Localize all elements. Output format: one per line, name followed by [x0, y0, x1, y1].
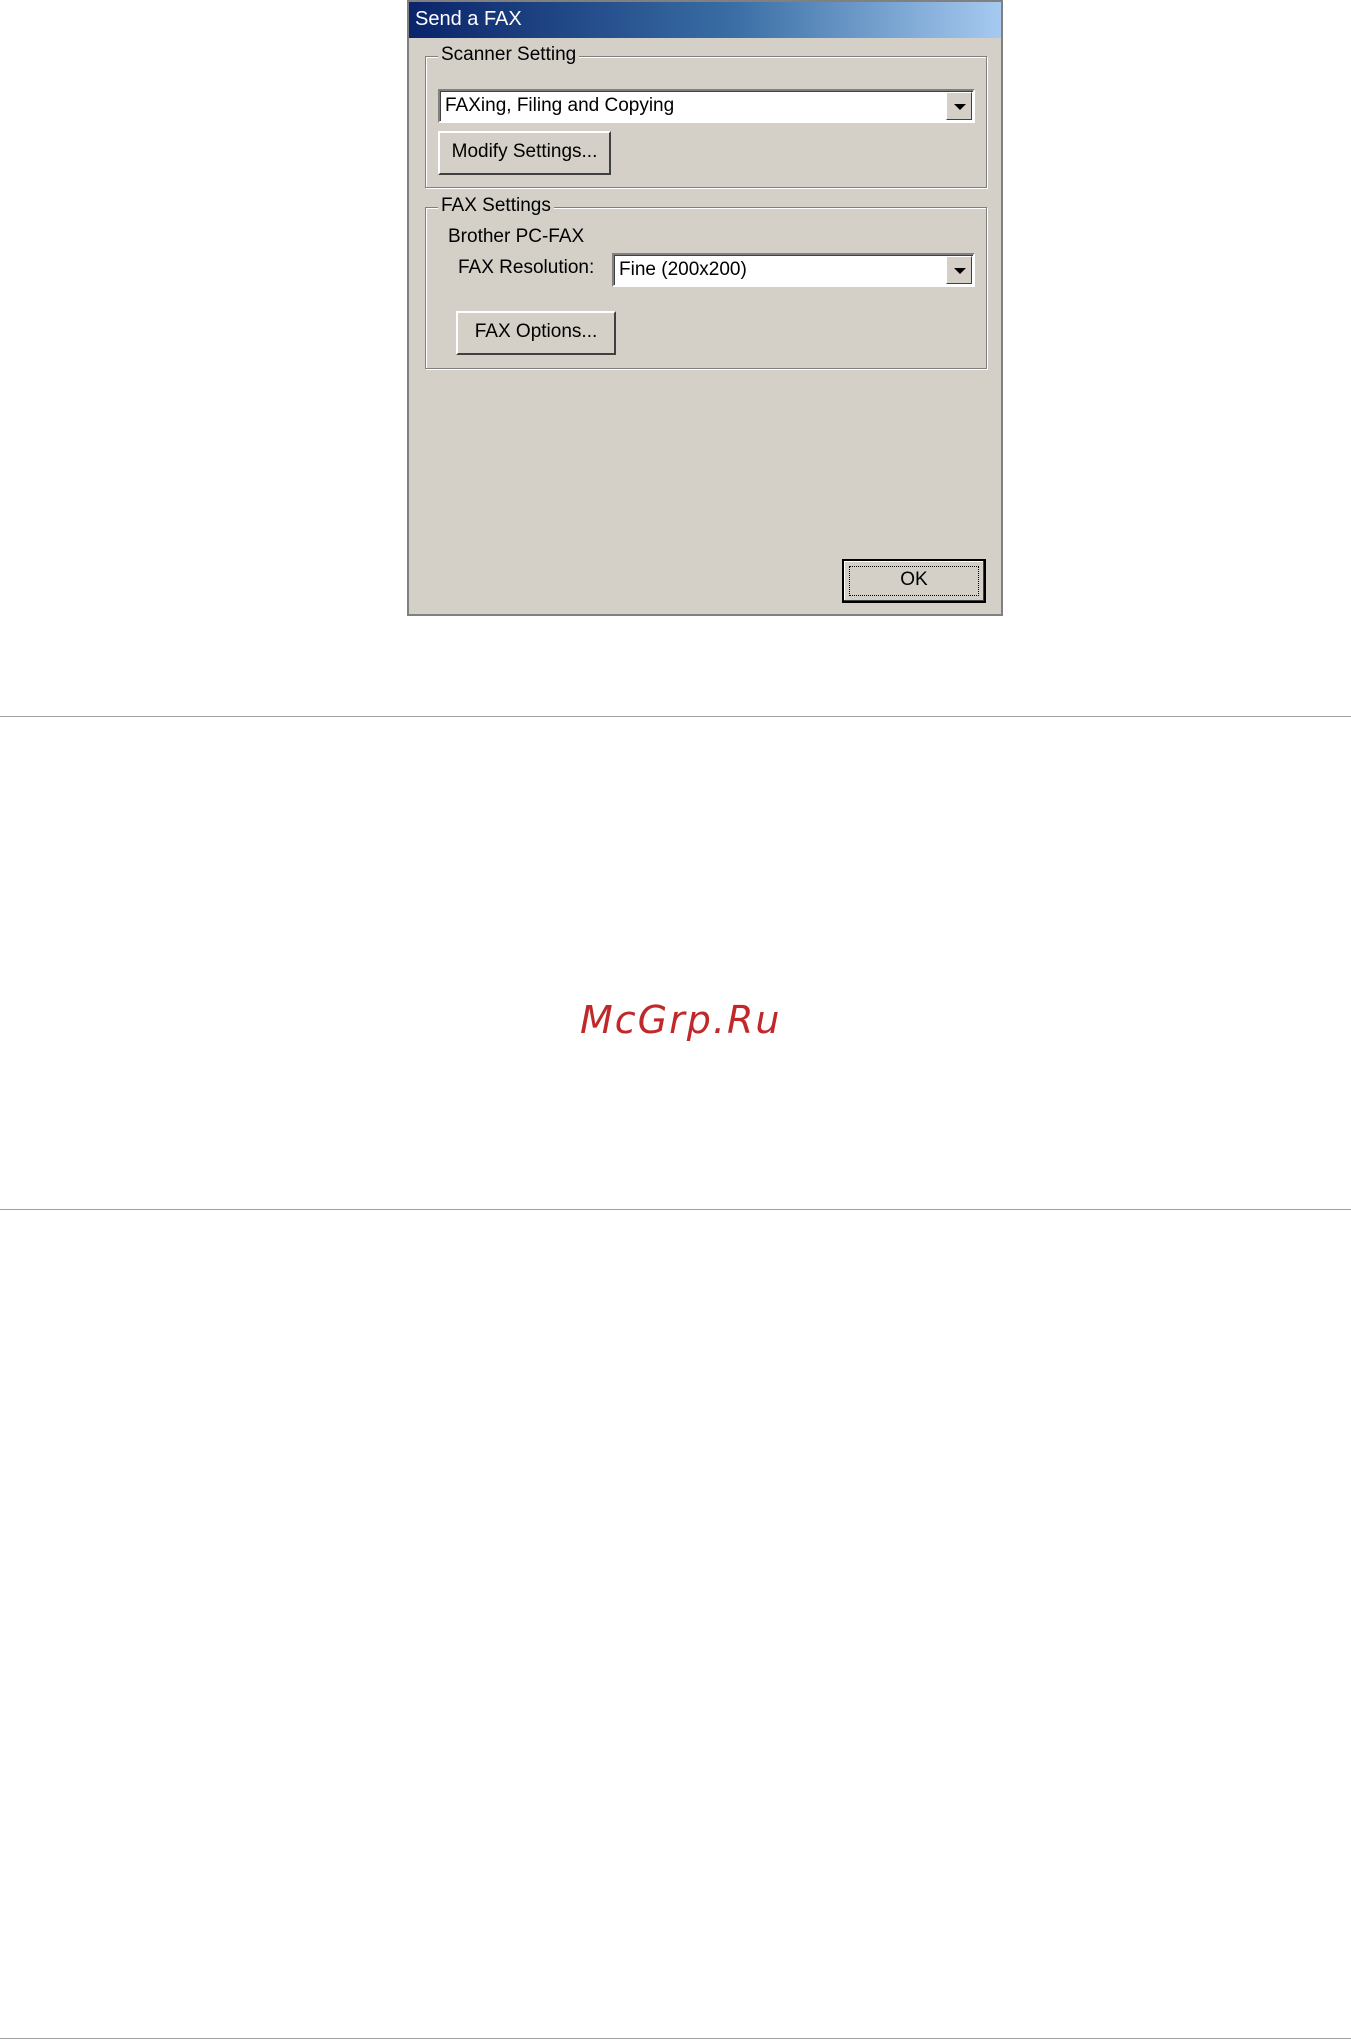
scanner-setting-group: Scanner Setting FAXing, Filing and Copyi…: [425, 44, 987, 188]
divider-top: [0, 716, 1351, 717]
fax-settings-group: FAX Settings Brother PC-FAX FAX Resoluti…: [425, 195, 987, 369]
dropdown-button[interactable]: [946, 92, 972, 120]
divider-middle: [0, 1209, 1351, 1210]
chevron-down-icon: [954, 104, 966, 110]
fax-options-button[interactable]: FAX Options...: [456, 311, 616, 355]
divider-bottom: [0, 2038, 1351, 2039]
device-name: Brother PC-FAX: [448, 226, 585, 247]
fax-resolution-value: Fine (200x200): [619, 259, 747, 280]
window-title: Send a FAX: [415, 8, 522, 30]
dropdown-button[interactable]: [946, 256, 972, 284]
send-fax-dialog: Send a FAX Scanner Setting FAXing, Filin…: [407, 0, 1003, 616]
fax-settings-label: FAX Settings: [438, 195, 554, 217]
focus-rect: [849, 566, 979, 596]
scanner-profile-value: FAXing, Filing and Copying: [445, 95, 675, 116]
chevron-down-icon: [954, 268, 966, 274]
watermark-text: McGrp.Ru: [580, 998, 782, 1042]
title-bar[interactable]: Send a FAX: [409, 2, 1001, 38]
scanner-setting-label: Scanner Setting: [438, 44, 580, 66]
fax-resolution-label: FAX Resolution:: [458, 257, 595, 278]
modify-settings-button[interactable]: Modify Settings...: [438, 131, 611, 175]
ok-button[interactable]: OK: [842, 559, 986, 603]
scanner-profile-dropdown[interactable]: FAXing, Filing and Copying: [438, 89, 975, 123]
fax-resolution-dropdown[interactable]: Fine (200x200): [612, 253, 975, 287]
